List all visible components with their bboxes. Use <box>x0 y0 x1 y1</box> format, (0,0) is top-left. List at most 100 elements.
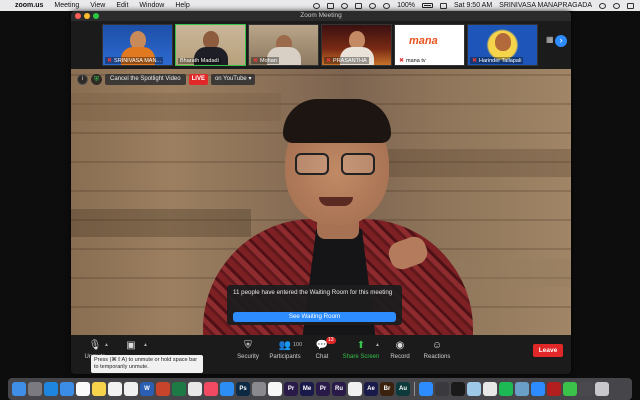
spotify-icon[interactable] <box>499 382 513 396</box>
menubar-clock[interactable]: Sat 9:50 AM <box>454 2 492 9</box>
participant-name: ✖ SRINIVASA MAN... <box>105 57 163 64</box>
audition-icon[interactable]: Au <box>396 382 410 396</box>
photos-icon[interactable] <box>124 382 138 396</box>
bluetooth-icon[interactable] <box>369 2 377 9</box>
participant-name: ✖ Mohan <box>251 57 279 64</box>
bridge-icon[interactable]: Br <box>380 382 394 396</box>
trash-icon[interactable] <box>595 382 609 396</box>
spotlight-search-icon[interactable] <box>599 2 606 9</box>
gallery-icon[interactable] <box>515 382 529 396</box>
chrome2-icon[interactable] <box>483 382 497 396</box>
live-platform-dropdown[interactable]: on YouTube ▾ <box>210 74 256 85</box>
wood-plank <box>71 209 251 237</box>
cancel-spotlight-button[interactable]: Cancel the Spotlight Video <box>105 74 186 85</box>
menu-edit[interactable]: Edit <box>116 2 128 9</box>
notes-icon[interactable] <box>92 382 106 396</box>
menu-app-zoom[interactable]: zoom.us <box>15 2 43 9</box>
speaker-glasses <box>295 153 379 175</box>
participant-tile-6[interactable]: ✖ Harinder Tallapali <box>467 24 538 66</box>
participant-tile-5[interactable]: mana ✖ mana tv <box>394 24 465 66</box>
status-icon-4[interactable] <box>355 2 363 9</box>
finder-icon[interactable] <box>12 382 26 396</box>
photoshop-icon[interactable]: Ps <box>236 382 250 396</box>
chat-icon[interactable] <box>563 382 577 396</box>
participant-tile-1[interactable]: ✖ SRINIVASA MAN... <box>102 24 173 66</box>
siri-icon[interactable] <box>613 2 620 9</box>
encryption-shield-icon[interactable]: ⛨ <box>91 74 102 85</box>
participant-tile-4[interactable]: ✖ PRASANTHA <box>321 24 392 66</box>
wifi-icon[interactable] <box>383 2 391 9</box>
waiting-room-message: 11 people have entered the Waiting Room … <box>233 289 393 296</box>
participant-name-text: Bharath Madadi <box>180 58 219 64</box>
participant-name-text: Harinder Tallapali <box>479 57 522 64</box>
leave-meeting-button[interactable]: Leave <box>533 344 563 357</box>
participant-name-text: PRASANTHA <box>333 57 367 64</box>
menu-help[interactable]: Help <box>175 2 189 9</box>
chrome-icon[interactable] <box>188 382 202 396</box>
zoom2-icon[interactable] <box>531 382 545 396</box>
live-platform-label: on YouTube <box>214 76 247 82</box>
chat-button[interactable]: 💬 Chat <box>300 339 344 360</box>
see-waiting-room-button[interactable]: See Waiting Room <box>233 312 396 322</box>
reactions-button[interactable]: ☺ Reactions <box>415 339 459 360</box>
window-title: Zoom Meeting <box>300 12 342 19</box>
premiere-icon[interactable]: Pr <box>284 382 298 396</box>
menu-bar: zoom.us Meeting View Edit Window Help 10… <box>0 0 640 11</box>
flag-icon[interactable] <box>440 2 448 9</box>
next-page-arrow-icon[interactable]: › <box>555 35 567 47</box>
mana-tv-logo: mana <box>409 35 438 47</box>
battery-percent: 100% <box>397 2 416 9</box>
launchpad-icon[interactable] <box>28 382 42 396</box>
video-options-caret-icon[interactable]: ▲ <box>143 342 148 348</box>
mail-icon[interactable] <box>60 382 74 396</box>
photos2-icon[interactable] <box>268 382 282 396</box>
preview-icon[interactable] <box>467 382 481 396</box>
terminal-icon[interactable] <box>451 382 465 396</box>
menu-meeting[interactable]: Meeting <box>54 2 79 9</box>
status-icon-2[interactable] <box>327 2 335 9</box>
after-effects-icon[interactable]: Ae <box>364 382 378 396</box>
appstore-icon[interactable] <box>220 382 234 396</box>
zoom-icon[interactable] <box>419 382 433 396</box>
participant-tile-2[interactable]: Bharath Madadi <box>175 24 246 66</box>
quicktime-icon[interactable] <box>435 382 449 396</box>
reactions-icon: ☺ <box>431 340 443 351</box>
info-icon[interactable]: i <box>77 74 88 85</box>
status-icon-1[interactable] <box>313 2 321 9</box>
premiere-rush-icon[interactable]: Pr <box>316 382 330 396</box>
reactions-label: Reactions <box>423 354 451 360</box>
speaker-mouth <box>319 197 353 206</box>
music-icon[interactable] <box>204 382 218 396</box>
settings-icon[interactable] <box>252 382 266 396</box>
safari-icon[interactable] <box>44 382 58 396</box>
participant-face <box>494 33 511 51</box>
unmute-tooltip: Press (⌘⇧A) to unmute or hold space bar … <box>91 355 203 373</box>
participant-name: ✖ Harinder Tallapali <box>470 57 524 64</box>
dock: W Ps Pr Me Pr Ru Ae Br Au <box>8 378 632 400</box>
gallery-view-icon[interactable]: ▦ <box>546 35 554 44</box>
wood-plank <box>71 93 281 121</box>
chevron-down-icon: ▾ <box>248 76 252 82</box>
menu-view[interactable]: View <box>90 2 105 9</box>
status-icon-3[interactable] <box>341 2 349 9</box>
menubar-user[interactable]: SRINIVASA MANAPRAGADA <box>499 2 592 9</box>
powerpoint-icon[interactable] <box>156 382 170 396</box>
participant-tile-3[interactable]: ✖ Mohan <box>248 24 319 66</box>
premiere-rush-app-icon[interactable]: Ru <box>332 382 346 396</box>
word-icon[interactable]: W <box>140 382 154 396</box>
battery-icon[interactable] <box>422 3 434 8</box>
help-icon[interactable] <box>579 382 593 396</box>
zoom-tile-icon[interactable] <box>348 382 362 396</box>
reminders-icon[interactable] <box>108 382 122 396</box>
acrobat-icon[interactable] <box>547 382 561 396</box>
calendar-icon[interactable] <box>76 382 90 396</box>
menu-window[interactable]: Window <box>139 2 164 9</box>
participant-name-text: Mohan <box>260 57 277 64</box>
excel-icon[interactable] <box>172 382 186 396</box>
media-encoder-icon[interactable]: Me <box>300 382 314 396</box>
muted-mic-icon: ✖ <box>253 58 259 64</box>
window-titlebar: Zoom Meeting <box>71 11 571 21</box>
control-center-icon[interactable] <box>627 2 634 9</box>
participant-name: ✖ PRASANTHA <box>324 57 369 64</box>
participant-name: Bharath Madadi <box>178 58 221 64</box>
